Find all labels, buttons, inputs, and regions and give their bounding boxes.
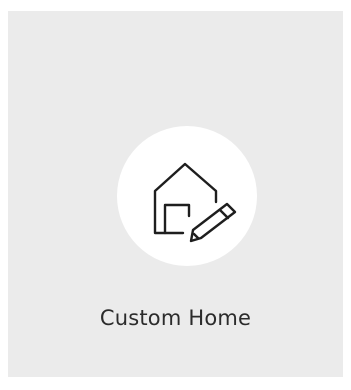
tile-label: Custom Home: [99, 306, 252, 330]
house-edit-icon: [153, 162, 237, 243]
icon-circle: [117, 126, 257, 266]
